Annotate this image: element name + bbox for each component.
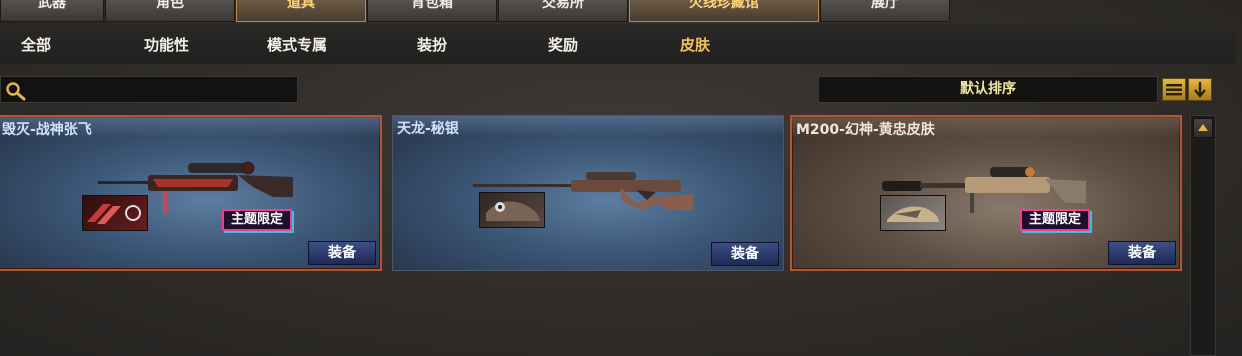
subtab-skins[interactable]: 皮肤 (680, 34, 710, 55)
sub-category-tabs: 全部 功能性 模式专属 装扮 奖励 皮肤 (0, 24, 1236, 64)
theme-limited-badge: 主题限定 (1020, 209, 1090, 231)
skin-card[interactable]: 天龙-秘银 装备 (392, 115, 784, 271)
skin-thumbnail (479, 192, 545, 228)
sort-down-arrow-icon (1194, 82, 1206, 98)
search-input[interactable] (0, 76, 298, 103)
tab-characters[interactable]: 角色 (105, 0, 235, 22)
search-icon (6, 82, 26, 101)
sort-dropdown[interactable]: 默认排序 (818, 76, 1158, 103)
skin-thumbnail (880, 195, 946, 231)
list-icon (1166, 84, 1182, 96)
equip-button[interactable]: 装备 (308, 241, 376, 265)
tab-showroom[interactable]: 展厅 (820, 0, 950, 22)
subtab-mode-exclusive[interactable]: 模式专属 (267, 34, 327, 55)
scrollbar[interactable] (1190, 115, 1216, 356)
equip-button[interactable]: 装备 (1108, 241, 1176, 265)
equip-button[interactable]: 装备 (711, 242, 779, 266)
subtab-all[interactable]: 全部 (21, 34, 51, 55)
skin-card[interactable]: M200-幻神-黄忠皮肤 主题限定 装备 (790, 115, 1182, 271)
chevron-up-icon (1198, 124, 1208, 131)
skin-thumbnail (82, 195, 148, 231)
scroll-up-button[interactable] (1193, 118, 1213, 138)
tab-backpack[interactable]: 背包箱 (367, 0, 497, 22)
card-title: 天龙-秘银 (397, 121, 459, 137)
subtab-cosmetic[interactable]: 装扮 (417, 34, 447, 55)
skin-card[interactable]: 毁灭-战神张飞 主题限定 装备 (0, 115, 382, 271)
main-category-tabs: 武器 角色 道具 背包箱 交易所 火线珍藏馆 展厅 (0, 0, 1242, 22)
sort-order-button[interactable] (1188, 78, 1212, 101)
tab-weapons[interactable]: 武器 (0, 0, 104, 22)
subtab-rewards[interactable]: 奖励 (548, 34, 578, 55)
theme-limited-badge: 主题限定 (222, 209, 292, 231)
list-view-button[interactable] (1162, 78, 1186, 101)
tab-items[interactable]: 道具 (236, 0, 366, 22)
card-title: 毁灭-战神张飞 (2, 122, 92, 138)
tab-exchange[interactable]: 交易所 (498, 0, 628, 22)
tab-collection[interactable]: 火线珍藏馆 (629, 0, 819, 22)
subtab-functional[interactable]: 功能性 (144, 34, 189, 55)
card-title: M200-幻神-黄忠皮肤 (796, 122, 935, 138)
